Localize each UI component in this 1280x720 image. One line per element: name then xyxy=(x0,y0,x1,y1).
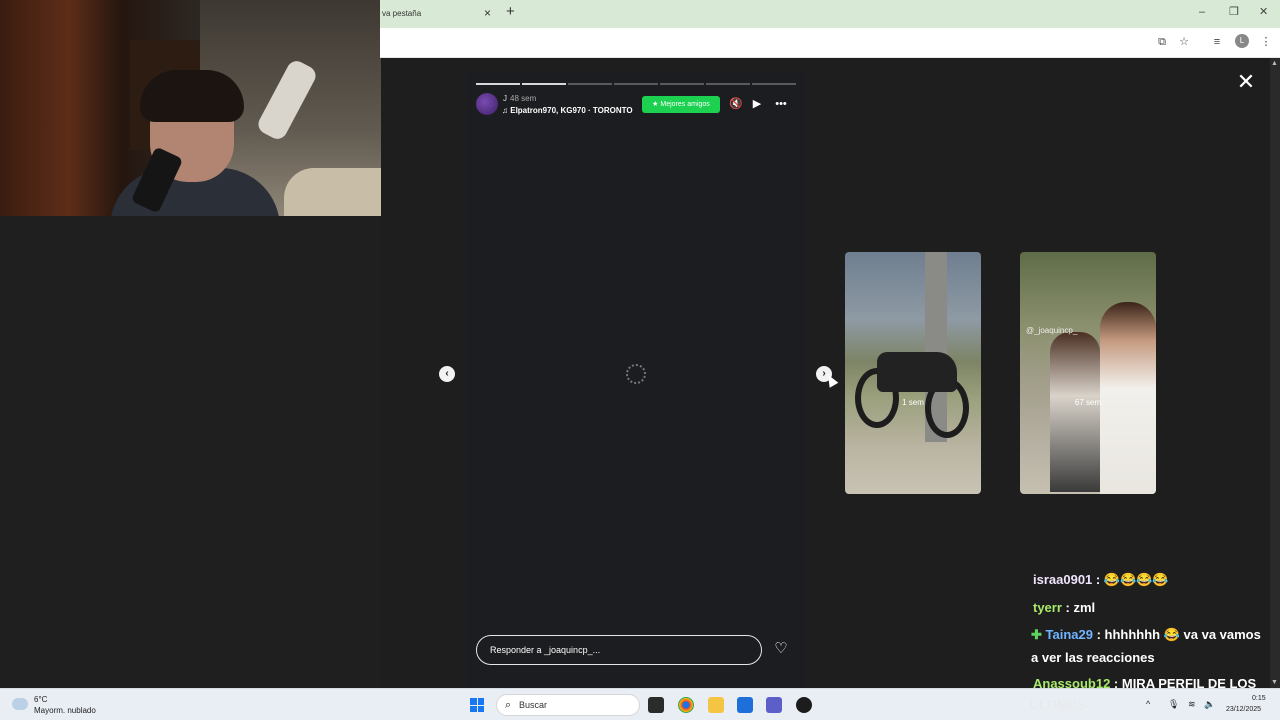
chat-text: : zml xyxy=(1061,600,1096,615)
browser-tab-bar: va pestaña × + – ❐ ✕ xyxy=(380,0,1280,28)
volume-icon[interactable]: 🔈 xyxy=(1204,699,1215,710)
search-icon: ⌕ xyxy=(505,699,512,711)
new-tab-button[interactable]: + xyxy=(506,4,515,20)
following-story-preview[interactable]: @_joaquincp_ 67 sem xyxy=(1020,252,1156,494)
progress-segment xyxy=(568,83,612,85)
story-music-label[interactable]: ♫ Elpatron970, KG970 · TORONTO xyxy=(502,106,633,115)
like-heart-icon[interactable]: ♡ xyxy=(773,641,789,657)
motorcycle-body xyxy=(877,352,957,392)
tab-close-icon[interactable]: × xyxy=(484,6,491,20)
chat-username: tyerr xyxy=(1033,600,1062,615)
story-user-avatar[interactable] xyxy=(476,93,498,115)
file-explorer-icon[interactable] xyxy=(708,697,724,713)
chat-message-continuation: a ver las reacciones xyxy=(1031,650,1155,665)
chat-username: israa0901 xyxy=(1033,572,1093,587)
chat-footer-label: ULTIMOS xyxy=(1030,698,1086,712)
story-progress-bar xyxy=(476,83,796,85)
mute-icon[interactable]: 🔇 xyxy=(729,97,743,111)
weather-cloud-icon[interactable] xyxy=(12,698,28,710)
start-button[interactable] xyxy=(470,698,484,712)
progress-segment xyxy=(614,83,658,85)
stream-chat: israa0901 : 😂😂😂😂 tyerr : zml ✚ Taina29 :… xyxy=(1028,570,1280,691)
browser-menu-icon[interactable]: ⋮ xyxy=(1259,35,1273,49)
browser-toolbar: ⧉ ☆ ≡ L ⋮ xyxy=(380,28,1280,58)
windows-taskbar: 6°C Mayorm. nublado ⌕ Buscar ^ 🎙 ≋ 🔈 0:1… xyxy=(0,688,1280,720)
chrome-icon[interactable] xyxy=(678,697,694,713)
loading-spinner-icon xyxy=(626,364,646,384)
reply-input[interactable]: Responder a _joaquincp_... xyxy=(476,635,762,665)
task-view-icon[interactable] xyxy=(648,697,664,713)
close-story-icon[interactable]: ✕ xyxy=(1236,71,1256,93)
clock-date[interactable]: 23/12/2025 xyxy=(1226,706,1261,713)
more-options-icon[interactable]: ••• xyxy=(774,97,788,111)
search-placeholder: Buscar xyxy=(519,700,548,710)
bookmark-star-icon[interactable]: ☆ xyxy=(1177,35,1191,49)
preview-timestamp: 1 sem xyxy=(902,398,924,407)
preview-person-image xyxy=(1050,332,1100,492)
story-music-text: Elpatron970, KG970 · TORONTO xyxy=(510,106,633,115)
previous-story-button[interactable]: ‹ xyxy=(439,366,455,382)
progress-segment xyxy=(522,83,566,85)
chat-username: Taina29 xyxy=(1045,627,1093,642)
install-app-icon[interactable]: ⧉ xyxy=(1155,35,1169,49)
progress-segment xyxy=(752,83,796,85)
tab-title[interactable]: va pestaña xyxy=(382,9,421,18)
window-close-button[interactable]: ✕ xyxy=(1259,5,1268,19)
minimize-button[interactable]: – xyxy=(1199,5,1205,19)
webcam-feed xyxy=(0,0,381,216)
chat-message: israa0901 : 😂😂😂😂 xyxy=(1033,572,1169,588)
taskbar-search-input[interactable]: ⌕ Buscar xyxy=(496,694,640,716)
app-icon[interactable] xyxy=(796,697,812,713)
chat-badge-icon: ✚ xyxy=(1031,627,1046,642)
teams-icon[interactable] xyxy=(766,697,782,713)
chat-text: a ver las reacciones xyxy=(1031,650,1155,665)
story-username[interactable]: J xyxy=(503,94,507,103)
chat-message: tyerr : zml xyxy=(1033,600,1095,615)
progress-segment xyxy=(660,83,704,85)
weather-temperature: 6°C xyxy=(34,695,48,704)
progress-segment xyxy=(476,83,520,85)
weather-description: Mayorm. nublado xyxy=(34,706,96,715)
progress-segment xyxy=(706,83,750,85)
webcam-blanket xyxy=(284,168,381,216)
scroll-up-icon[interactable]: ▲ xyxy=(1271,60,1278,67)
chat-message: ✚ Taina29 : hhhhhhh 😂 va va vamos xyxy=(1031,627,1261,643)
webcam-streamer-hair xyxy=(140,70,244,122)
maximize-button[interactable]: ❐ xyxy=(1229,5,1239,19)
preview-mention: @_joaquincp_ xyxy=(1026,326,1078,335)
preview-timestamp: 67 sem xyxy=(1074,398,1102,407)
music-note-icon: ♫ xyxy=(502,106,511,115)
chat-text: : hhhhhhh 😂 va va vamos xyxy=(1092,627,1261,642)
clock-time[interactable]: 0:15 xyxy=(1252,695,1266,702)
profile-avatar[interactable]: L xyxy=(1235,34,1249,48)
story-timestamp: 48 sem xyxy=(510,94,537,103)
wifi-icon[interactable]: ≋ xyxy=(1188,699,1196,710)
next-story-preview[interactable]: 1 sem xyxy=(845,252,981,494)
chat-text: : 😂😂😂😂 xyxy=(1092,572,1169,587)
tray-chevron-icon[interactable]: ^ xyxy=(1146,699,1150,709)
reading-list-icon[interactable]: ≡ xyxy=(1210,35,1224,49)
microphone-icon[interactable]: 🎙 xyxy=(1168,699,1179,710)
outlook-icon[interactable] xyxy=(737,697,753,713)
play-icon[interactable]: ▶ xyxy=(750,97,764,111)
screen: va pestaña × + – ❐ ✕ ⧉ ☆ ≡ L ⋮ ▲ ▼ J 48 … xyxy=(0,0,1280,720)
best-friends-badge: ★ Mejores amigos xyxy=(642,96,720,113)
motorcycle-image xyxy=(855,332,973,452)
